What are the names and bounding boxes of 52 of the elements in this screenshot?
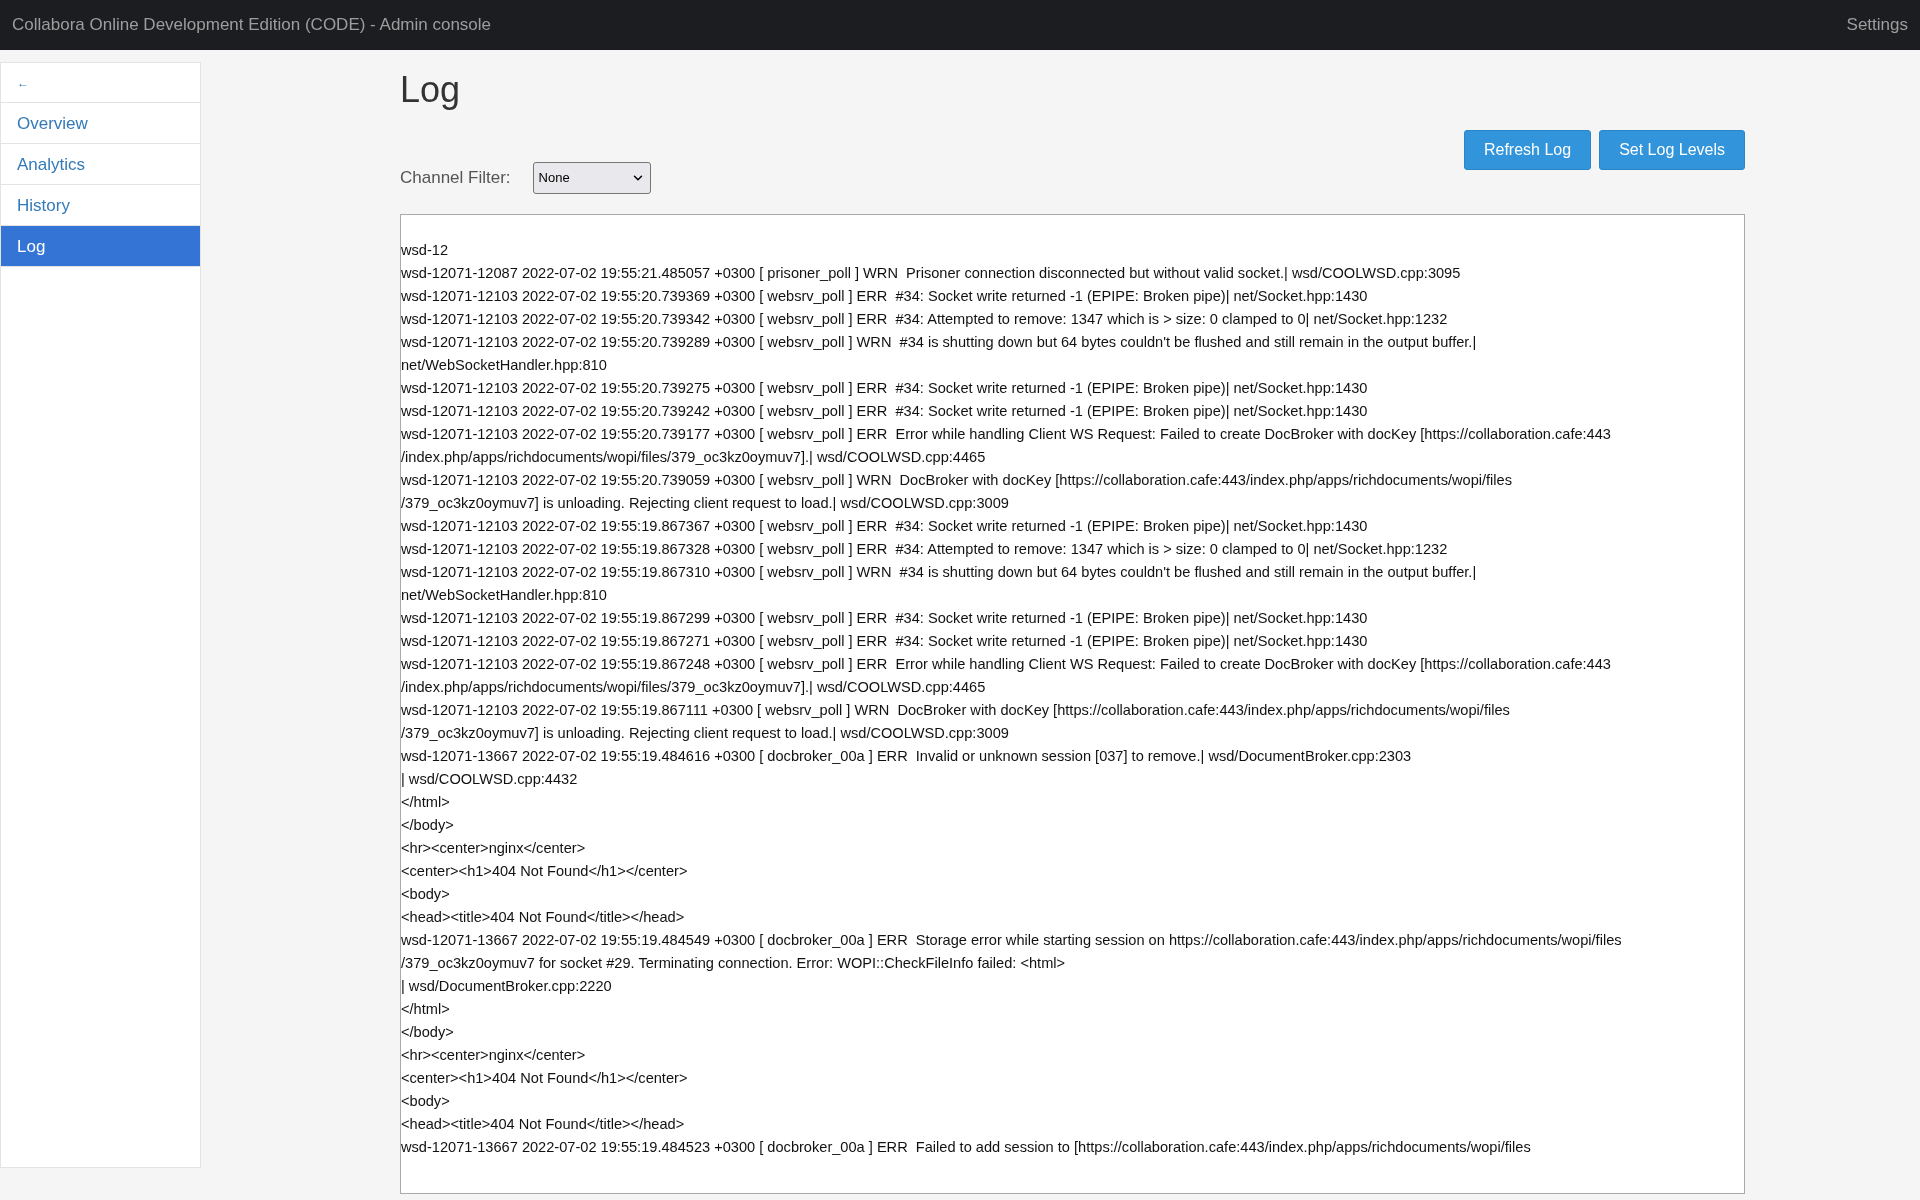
- log-line: wsd-12071-12103 2022-07-02 19:55:20.739177 +0300 [ websrv_poll ] ERR Error while handling Client WS Request: Failed to create DocBroker with docKey [https://collaboration.cafe:443: [401, 425, 1611, 444]
- log-line: net/WebSocketHandler.hpp:810: [401, 356, 607, 375]
- toolbar-button[interactable]: Refresh Log: [1463, 130, 1592, 170]
- toolbar-button[interactable]: Set Log Levels: [1599, 130, 1745, 170]
- log-line: | wsd/DocumentBroker.cpp:2220: [401, 977, 612, 996]
- log-line: wsd-12071-12103 2022-07-02 19:55:20.739369 +0300 [ websrv_poll ] ERR #34: Socket write returned -1 (EPIPE: Broken pipe)| net/Socket.hpp:1430: [401, 287, 1368, 306]
- log-line: </body>: [401, 816, 454, 835]
- log-line: wsd-12071-12103 2022-07-02 19:55:20.739342 +0300 [ websrv_poll ] ERR #34: Attempted to remove: 1347 which is > size: 0 clamped to 0| net/Socket.hpp:1232: [401, 310, 1448, 329]
- log-line: wsd-12071-12103 2022-07-02 19:55:19.867367 +0300 [ websrv_poll ] ERR #34: Socket write returned -1 (EPIPE: Broken pipe)| net/Socket.hpp:1430: [401, 517, 1368, 536]
- channel-filter-label: Channel Filter:: [400, 167, 511, 190]
- settings-link[interactable]: Settings: [1846, 12, 1908, 38]
- log-line: wsd-12071-12103 2022-07-02 19:55:19.867328 +0300 [ websrv_poll ] ERR #34: Attempted to remove: 1347 which is > size: 0 clamped to 0| net/Socket.hpp:1232: [401, 540, 1448, 559]
- log-line: wsd-12071-12103 2022-07-02 19:55:20.739059 +0300 [ websrv_poll ] WRN DocBroker with docKey [https://collaboration.cafe:443/index.php/apps/richdocuments/wopi/files: [401, 471, 1512, 490]
- log-line: wsd-12071-12103 2022-07-02 19:55:19.867248 +0300 [ websrv_poll ] ERR Error while handling Client WS Request: Failed to create DocBroker with docKey [https://collaboration.cafe:443: [401, 655, 1611, 674]
- log-text-area[interactable]: [400, 214, 1745, 1194]
- log-line: /379_oc3kz0oymuv7] is unloading. Rejecting client request to load.| wsd/COOLWSD.cpp:3009: [401, 724, 1009, 743]
- log-line: wsd-12071-13667 2022-07-02 19:55:19.484549 +0300 [ docbroker_00a ] ERR Storage error while starting session on https://collaboration.cafe:443/index.php/apps/richdocuments/wopi/files: [401, 931, 1622, 950]
- log-line: </body>: [401, 1023, 454, 1042]
- log-line: net/WebSocketHandler.hpp:810: [401, 586, 607, 605]
- log-line: wsd-12071-12103 2022-07-02 19:55:19.867111 +0300 [ websrv_poll ] WRN DocBroker with docKey [https://collaboration.cafe:443/index.php/apps/richdocuments/wopi/files: [401, 701, 1510, 720]
- log-line: wsd-12071-12103 2022-07-02 19:55:19.867310 +0300 [ websrv_poll ] WRN #34 is shutting down but 64 bytes couldn't be flushed and still remain in the output buffer.|: [401, 563, 1477, 582]
- log-line: <hr><center>nginx</center>: [401, 1046, 586, 1065]
- log-line: /index.php/apps/richdocuments/wopi/files/379_oc3kz0oymuv7].| wsd/COOLWSD.cpp:4465: [401, 448, 986, 467]
- log-line: wsd-12071-12103 2022-07-02 19:55:19.867271 +0300 [ websrv_poll ] ERR #34: Socket write returned -1 (EPIPE: Broken pipe)| net/Socket.hpp:1430: [401, 632, 1368, 651]
- log-line: <center><h1>404 Not Found</h1></center>: [401, 1069, 688, 1088]
- log-line: <body>: [401, 1092, 450, 1111]
- log-line: wsd-12071-12103 2022-07-02 19:55:20.739242 +0300 [ websrv_poll ] ERR #34: Socket write returned -1 (EPIPE: Broken pipe)| net/Socket.hpp:1430: [401, 402, 1368, 421]
- back-link[interactable]: ←: [1, 63, 200, 103]
- log-line: <head><title>404 Not Found</title></head>: [401, 908, 685, 927]
- channel-filter-select[interactable]: None: [532, 162, 651, 194]
- log-line: wsd-12071-12103 2022-07-02 19:55:20.739289 +0300 [ websrv_poll ] WRN #34 is shutting down but 64 bytes couldn't be flushed and still remain in the output buffer.|: [401, 333, 1477, 352]
- log-line: <body>: [401, 885, 450, 904]
- log-line: wsd-12071-12087 2022-07-02 19:55:21.485057 +0300 [ prisoner_poll ] WRN Prisoner connection disconnected but without valid socket.| wsd/COOLWSD.cpp:3095: [401, 264, 1461, 283]
- sidebar-item[interactable]: Overview: [1, 103, 200, 144]
- log-line: /index.php/apps/richdocuments/wopi/files/379_oc3kz0oymuv7].| wsd/COOLWSD.cpp:4465: [401, 678, 986, 697]
- log-line: wsd-12: [401, 241, 449, 260]
- log-line: <center><h1>404 Not Found</h1></center>: [401, 862, 688, 881]
- sidebar-item[interactable]: Analytics: [1, 144, 200, 185]
- log-line: /379_oc3kz0oymuv7] is unloading. Rejecting client request to load.| wsd/COOLWSD.cpp:3009: [401, 494, 1009, 513]
- log-line: </html>: [401, 1000, 450, 1019]
- log-line: <hr><center>nginx</center>: [401, 839, 586, 858]
- app-title: Collabora Online Development Edition (CODE) - Admin console: [12, 14, 492, 37]
- sidebar-item[interactable]: Log: [1, 226, 200, 267]
- log-line: wsd-12071-13667 2022-07-02 19:55:19.484616 +0300 [ docbroker_00a ] ERR Invalid or unknown session [037] to remove.| wsd/DocumentBroker.cpp:2303: [401, 747, 1412, 766]
- log-line: wsd-12071-13667 2022-07-02 19:55:19.484523 +0300 [ docbroker_00a ] ERR Failed to add session to [https://collaboration.cafe:443/index.php/apps/richdocuments/wopi/files: [401, 1138, 1531, 1157]
- log-line: wsd-12071-12103 2022-07-02 19:55:20.739275 +0300 [ websrv_poll ] ERR #34: Socket write returned -1 (EPIPE: Broken pipe)| net/Socket.hpp:1430: [401, 379, 1368, 398]
- page-title: Log: [400, 68, 462, 112]
- log-line: | wsd/COOLWSD.cpp:4432: [401, 770, 578, 789]
- log-line: wsd-12071-12103 2022-07-02 19:55:19.867299 +0300 [ websrv_poll ] ERR #34: Socket write returned -1 (EPIPE: Broken pipe)| net/Socket.hpp:1430: [401, 609, 1368, 628]
- log-line: </html>: [401, 793, 450, 812]
- log-line: <head><title>404 Not Found</title></head>: [401, 1115, 685, 1134]
- log-line: /379_oc3kz0oymuv7 for socket #29. Terminating connection. Error: WOPI::CheckFileInfo failed: <html>: [401, 954, 1066, 973]
